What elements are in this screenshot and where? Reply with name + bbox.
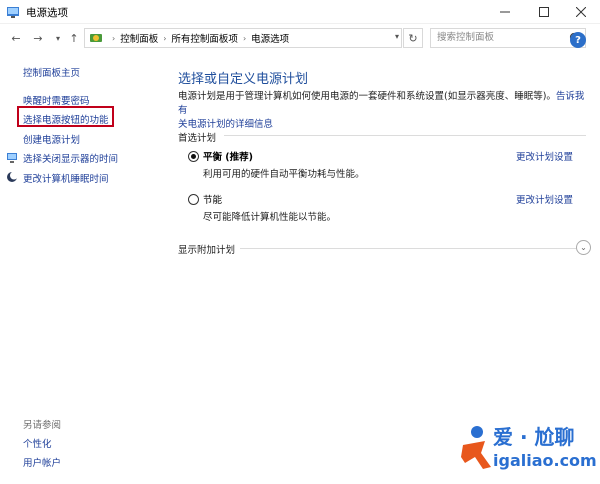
plan-balanced-name[interactable]: 平衡 (推荐) <box>203 149 253 163</box>
plan-balanced-radio[interactable] <box>188 151 199 162</box>
sleep-moon-icon <box>7 171 18 182</box>
address-dropdown-icon[interactable]: ▾ <box>395 32 399 41</box>
watermark-url: igaliao.com <box>493 451 597 470</box>
page-title: 选择或自定义电源计划 <box>178 72 309 87</box>
sidebar-item-sleep-time[interactable]: 更改计算机睡眠时间 <box>23 171 109 185</box>
close-icon <box>576 7 586 17</box>
breadcrumb-control-panel[interactable]: 控制面板 <box>120 31 158 45</box>
forward-button[interactable]: → <box>30 29 46 47</box>
chevron-down-icon: ⌄ <box>580 243 587 252</box>
chevron-right-icon: › <box>242 33 247 43</box>
plan-power-saver-change-link[interactable]: 更改计划设置 <box>516 192 573 206</box>
help-icon: ? <box>575 34 581 46</box>
sidebar-item-display-off[interactable]: 选择关闭显示器的时间 <box>23 151 118 165</box>
maximize-button[interactable] <box>525 0 563 24</box>
navigation-bar: ← → ▾ ↑ › 控制面板 › 所有控制面板项 › 电源选项 ▾ ↻ 搜索控制… <box>0 25 600 51</box>
back-button[interactable]: ← <box>8 29 24 47</box>
refresh-icon: ↻ <box>408 31 418 45</box>
arrow-up-icon: ↑ <box>69 31 79 45</box>
control-panel-icon <box>90 34 102 42</box>
chevron-right-icon: › <box>112 33 116 43</box>
running-figure-icon <box>461 426 491 469</box>
description-text: 电源计划是用于管理计算机如何使用电源的一套硬件和系统设置(如显示器亮度、睡眠等)… <box>178 91 556 102</box>
plan-power-saver-name[interactable]: 节能 <box>203 192 222 206</box>
refresh-button[interactable]: ↻ <box>403 28 423 48</box>
up-button[interactable]: ↑ <box>66 29 82 47</box>
expand-additional-plans-button[interactable]: ⌄ <box>576 240 591 255</box>
arrow-right-icon: → <box>33 31 43 45</box>
breadcrumb-power-options[interactable]: 电源选项 <box>251 31 289 45</box>
chevron-right-icon: › <box>163 33 167 43</box>
breadcrumb-all-items[interactable]: 所有控制面板项 <box>171 31 238 45</box>
search-placeholder: 搜索控制面板 <box>437 32 495 43</box>
section-divider <box>240 248 576 249</box>
arrow-left-icon: ← <box>11 31 21 45</box>
show-additional-plans-label[interactable]: 显示附加计划 <box>178 242 235 256</box>
minimize-icon <box>500 11 510 13</box>
plan-balanced-change-link[interactable]: 更改计划设置 <box>516 149 573 163</box>
page-description: 电源计划是用于管理计算机如何使用电源的一套硬件和系统设置(如显示器亮度、睡眠等)… <box>178 90 592 132</box>
maximize-icon <box>539 7 549 17</box>
see-also-label: 另请参阅 <box>23 420 62 431</box>
plan-balanced-desc: 利用可用的硬件自动平衡功耗与性能。 <box>203 169 365 180</box>
sidebar-item-create-plan[interactable]: 创建电源计划 <box>23 132 80 146</box>
learn-more-link-b[interactable]: 关电源计划的详细信息 <box>178 119 273 130</box>
chevron-down-icon: ▾ <box>55 33 60 43</box>
power-options-icon <box>7 7 19 18</box>
minimize-button[interactable] <box>486 0 524 24</box>
window-title: 电源选项 <box>26 7 68 19</box>
close-button[interactable] <box>562 0 600 24</box>
preferred-plans-label: 首选计划 <box>178 133 217 144</box>
sidebar-item-wake-password[interactable]: 唤醒时需要密码 <box>23 93 90 107</box>
address-bar[interactable]: › 控制面板 › 所有控制面板项 › 电源选项 ▾ <box>84 28 402 48</box>
recent-locations-button[interactable]: ▾ <box>50 29 66 47</box>
watermark-brand: 爱 · 尬聊 <box>493 425 575 449</box>
see-also-user-accounts[interactable]: 用户帐户 <box>23 455 61 469</box>
highlight-annotation <box>17 106 114 127</box>
see-also-personalization[interactable]: 个性化 <box>23 436 52 450</box>
section-divider <box>224 135 586 136</box>
search-input[interactable]: 搜索控制面板 <box>430 28 586 48</box>
title-bar: 电源选项 <box>0 0 600 24</box>
breadcrumb: › 控制面板 › 所有控制面板项 › 电源选项 <box>103 31 289 46</box>
plan-power-saver-radio[interactable] <box>188 194 199 205</box>
monitor-icon <box>7 153 17 163</box>
watermark-logo: 爱 · 尬聊 igaliao.com <box>455 415 600 480</box>
sidebar-home-link[interactable]: 控制面板主页 <box>23 65 80 79</box>
plan-power-saver-desc: 尽可能降低计算机性能以节能。 <box>203 212 337 223</box>
help-button[interactable]: ? <box>570 32 586 48</box>
